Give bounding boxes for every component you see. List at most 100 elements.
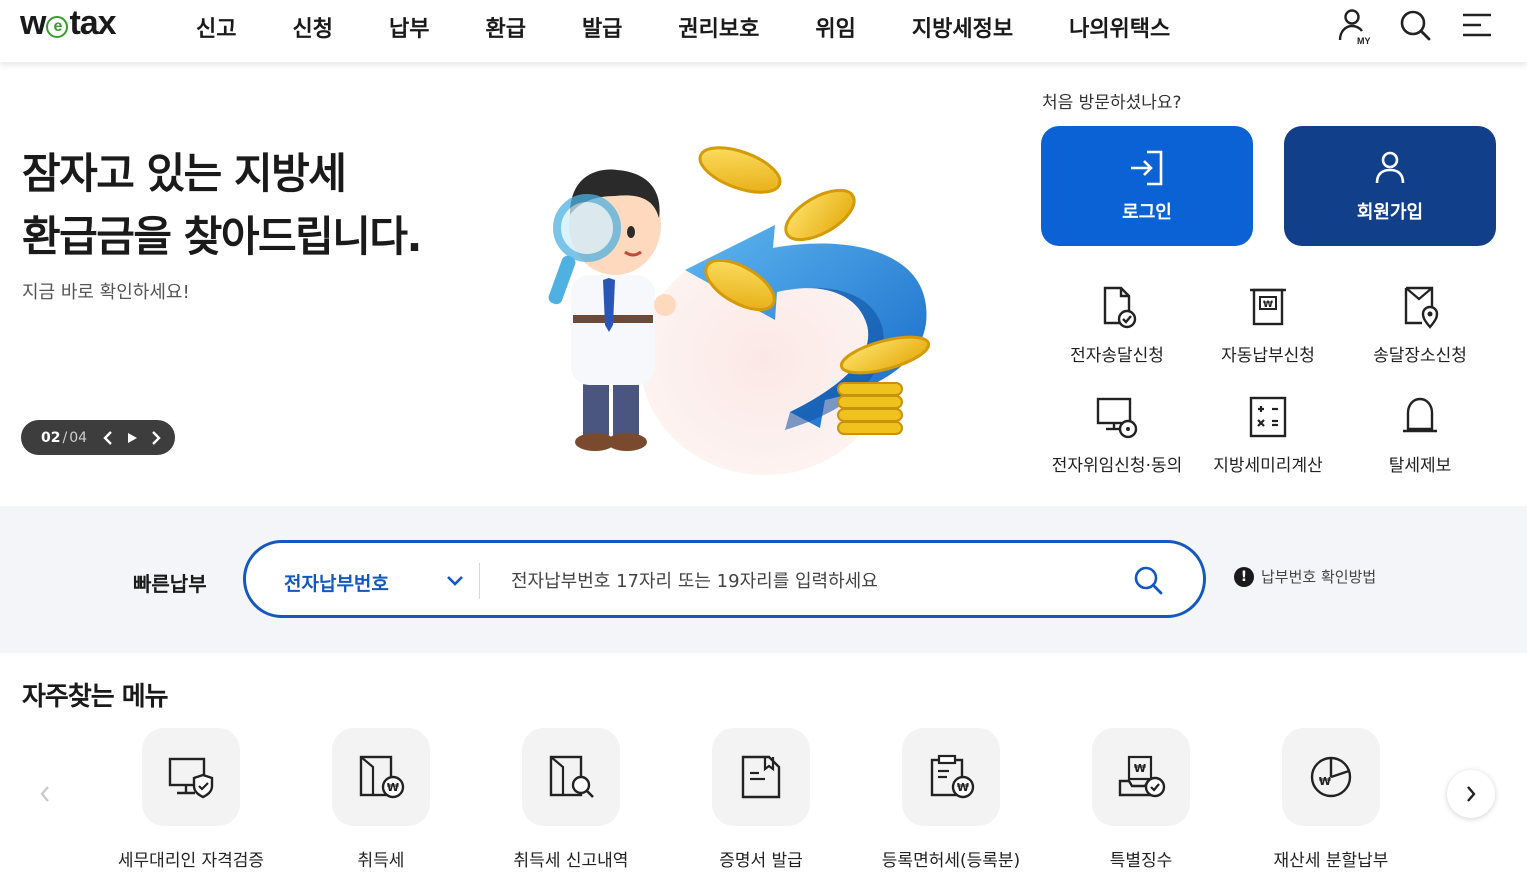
search-svg	[1400, 10, 1431, 41]
service-delivery-address[interactable]: 송달장소신청	[1345, 283, 1495, 366]
frequent-item-registration-tax[interactable]: ₩ 등록면허세(등록분)	[856, 728, 1046, 871]
frequent-item-label: 취득세	[357, 851, 405, 871]
my-user-icon[interactable]: MY	[1335, 6, 1375, 46]
login-label: 로그인	[1122, 202, 1172, 223]
hero-title: 잠자고 있는 지방세 환급금을 찾아드립니다.	[22, 142, 422, 268]
chevron-right-icon	[1467, 786, 1476, 802]
frequent-item-acquisition-tax[interactable]: ₩ 취득세	[286, 728, 476, 871]
slide-separator: /	[62, 429, 68, 446]
person-icon	[1375, 151, 1405, 184]
service-delivery-address-label: 송달장소신청	[1373, 346, 1467, 366]
service-tax-calculator[interactable]: 지방세미리계산	[1193, 393, 1343, 476]
login-icon	[1131, 150, 1163, 186]
payment-number-help-label: 납부번호 확인방법	[1261, 568, 1377, 586]
svg-text:₩: ₩	[957, 781, 969, 794]
wetax-logo[interactable]: w e tax	[20, 4, 117, 43]
frequent-item-certificate[interactable]: 증명서 발급	[666, 728, 856, 871]
my-user-svg: MY	[1338, 9, 1371, 46]
svg-text:₩: ₩	[1263, 300, 1273, 310]
frequent-item-label: 재산세 분할납부	[1273, 851, 1389, 871]
payment-number-help-link[interactable]: ! 납부번호 확인방법	[1234, 566, 1376, 587]
frequent-item-property-installment[interactable]: ₩ 재산세 분할납부	[1236, 728, 1426, 871]
chevron-left-icon	[40, 786, 49, 802]
payment-number-type-select[interactable]: 전자납부번호	[284, 569, 389, 596]
hero-illustration	[545, 130, 985, 480]
service-auto-pay-label: 자동납부신청	[1221, 346, 1315, 366]
frequent-item-label: 등록면허세(등록분)	[881, 851, 1021, 871]
service-e-delegation[interactable]: 전자위임신청·동의	[1042, 393, 1192, 476]
header-utility: MY	[1314, 6, 1497, 46]
quick-pay-box: 전자납부번호	[243, 540, 1206, 618]
nav-report[interactable]: 신고	[196, 11, 236, 43]
service-auto-pay[interactable]: ₩ 자동납부신청	[1193, 283, 1343, 366]
frequent-item-acquisition-history[interactable]: 취득세 신고내역	[476, 728, 666, 871]
tray-check-icon: ₩	[1118, 755, 1166, 798]
frequent-item-agent-verification[interactable]: 세무대리인 자격검증	[96, 728, 286, 871]
frequent-item-special-collection[interactable]: ₩ 특별징수	[1046, 728, 1236, 871]
svg-text:₩: ₩	[387, 781, 399, 794]
signup-label: 회원가입	[1356, 202, 1424, 223]
frequent-prev-button[interactable]	[21, 770, 69, 818]
service-tax-evasion-report[interactable]: 탈세제보	[1345, 393, 1495, 476]
nav-delegation[interactable]: 위임	[815, 11, 855, 43]
nav-my-wetax[interactable]: 나의위택스	[1069, 11, 1170, 43]
login-button[interactable]: 로그인	[1041, 126, 1253, 246]
slide-prev-button[interactable]	[97, 427, 119, 449]
quick-pay-divider	[479, 563, 480, 599]
frequent-next-button[interactable]	[1447, 770, 1495, 818]
nav-pay[interactable]: 납부	[389, 11, 429, 43]
slide-next-button[interactable]	[145, 427, 167, 449]
main-nav: 신고 신청 납부 환급 발급 권리보호 위임 지방세정보 나의위택스	[196, 11, 1226, 43]
frequent-item-tile: ₩	[332, 728, 430, 826]
service-e-delivery[interactable]: 전자송달신청	[1042, 283, 1192, 366]
calculator-icon	[1249, 396, 1287, 438]
service-e-delegation-label: 전자위임신청·동의	[1051, 456, 1183, 476]
menu-svg	[1463, 13, 1491, 37]
nav-rights[interactable]: 권리보호	[678, 11, 759, 43]
hero-title-line1: 잠자고 있는 지방세	[22, 149, 347, 198]
hero-title-line2: 환급금을 찾아드립니다.	[22, 212, 422, 261]
alarm-bell-icon	[1403, 397, 1437, 433]
slide-play-button[interactable]	[121, 427, 143, 449]
slide-total: 04	[69, 429, 88, 446]
slide-current: 02	[41, 429, 61, 446]
chevron-right-icon	[152, 430, 161, 445]
svg-text:₩: ₩	[1319, 775, 1331, 788]
service-e-delivery-label: 전자송달신청	[1070, 346, 1164, 366]
exclamation-icon: !	[1234, 566, 1254, 587]
pie-won-icon: ₩	[1310, 756, 1352, 798]
hero-subtitle: 지금 바로 확인하세요!	[22, 282, 190, 303]
quick-pay-section: 빠른납부 전자납부번호 ! 납부번호 확인방법	[0, 506, 1527, 653]
first-visit-question: 처음 방문하셨나요?	[1042, 93, 1182, 113]
chevron-down-icon[interactable]	[444, 569, 466, 591]
frequent-item-tile	[142, 728, 240, 826]
location-doc-icon	[1404, 286, 1439, 329]
nav-issue[interactable]: 발급	[582, 11, 622, 43]
nav-apply[interactable]: 신청	[292, 11, 332, 43]
quick-pay-search-icon[interactable]	[1131, 563, 1165, 597]
clipboard-won-icon: ₩	[930, 754, 975, 799]
my-badge: MY	[1357, 36, 1371, 46]
frequent-item-label: 세무대리인 자격검증	[117, 851, 265, 871]
payment-number-input[interactable]	[511, 563, 1111, 599]
frequent-item-tile: ₩	[1092, 728, 1190, 826]
menu-icon[interactable]	[1457, 6, 1497, 46]
logo-text-w: w	[20, 4, 46, 42]
frequent-item-tile: ₩	[902, 728, 1000, 826]
signup-button[interactable]: 회원가입	[1284, 126, 1496, 246]
building-search-icon	[549, 755, 594, 798]
nav-refund[interactable]: 환급	[485, 11, 525, 43]
chevron-left-icon	[103, 430, 112, 445]
certificate-icon	[741, 755, 781, 799]
logo-e-mark: e	[46, 16, 69, 38]
building-won-icon: ₩	[359, 755, 405, 799]
frequent-item-label: 취득세 신고내역	[513, 851, 629, 871]
play-icon	[128, 432, 138, 443]
frequent-item-tile	[522, 728, 620, 826]
frequent-menu-title: 자주찾는 메뉴	[22, 682, 169, 712]
site-header: w e tax 신고 신청 납부 환급 발급 권리보호 위임 지방세정보 나의위택스…	[0, 0, 1527, 62]
search-icon[interactable]	[1396, 6, 1436, 46]
quick-pay-label: 빠른납부	[133, 572, 207, 596]
nav-local-tax-info[interactable]: 지방세정보	[912, 11, 1013, 43]
svg-text:₩: ₩	[1134, 762, 1146, 775]
